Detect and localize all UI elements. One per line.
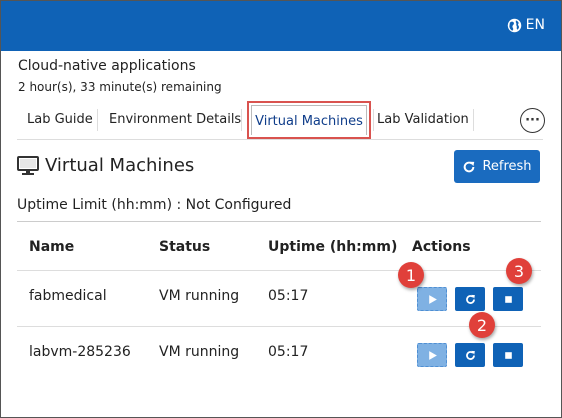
stop-vm-button[interactable] <box>493 343 523 367</box>
tab-environment-details[interactable]: Environment Details <box>109 107 241 133</box>
tab-divider <box>97 109 98 131</box>
top-bar: EN <box>1 1 561 51</box>
uptime-limit: Uptime Limit (hh:mm) : Not Configured <box>17 197 292 213</box>
restart-icon <box>465 350 475 360</box>
tab-divider <box>473 109 474 131</box>
more-options-button[interactable]: ··· <box>520 108 545 133</box>
refresh-label: Refresh <box>482 159 532 174</box>
section-title: Virtual Machines <box>45 155 195 176</box>
column-header-name: Name <box>29 239 75 255</box>
tab-divider <box>241 109 242 131</box>
language-label: EN <box>525 17 545 33</box>
table-row-divider <box>17 326 541 327</box>
app-frame: EN Cloud-native applications 2 hour(s), … <box>0 0 562 418</box>
stop-icon <box>504 351 512 359</box>
vm-uptime: 05:17 <box>268 288 309 304</box>
callout-badge: 3 <box>506 258 532 284</box>
tabs-divider <box>17 139 543 140</box>
tab-virtual-machines-label: Virtual Machines <box>255 114 363 129</box>
callout-badge: 2 <box>469 312 495 338</box>
tab-bar: Lab Guide Environment Details Virtual Ma… <box>17 101 545 139</box>
monitor-icon <box>17 155 39 175</box>
column-header-status: Status <box>159 239 211 255</box>
tab-virtual-machines[interactable]: Virtual Machines <box>247 101 371 139</box>
start-vm-button[interactable] <box>417 287 447 311</box>
ellipsis-icon: ··· <box>525 112 540 128</box>
globe-icon <box>507 18 521 32</box>
column-header-uptime: Uptime (hh:mm) <box>268 239 398 255</box>
restart-vm-button[interactable] <box>455 287 485 311</box>
restart-icon <box>465 294 475 304</box>
stop-icon <box>504 295 512 303</box>
divider <box>17 221 541 222</box>
vm-uptime: 05:17 <box>268 344 309 360</box>
column-header-actions: Actions <box>412 239 471 255</box>
lab-title: Cloud-native applications <box>18 58 196 74</box>
tab-lab-validation[interactable]: Lab Validation <box>377 107 469 133</box>
stop-vm-button[interactable] <box>493 287 523 311</box>
tab-divider <box>373 109 374 131</box>
refresh-icon <box>464 161 475 172</box>
vm-name: labvm-285236 <box>29 344 131 360</box>
restart-vm-button[interactable] <box>455 343 485 367</box>
tab-active-panel: Virtual Machines <box>251 105 367 135</box>
vm-name: fabmedical <box>29 288 107 304</box>
play-icon <box>428 350 437 360</box>
time-remaining: 2 hour(s), 33 minute(s) remaining <box>18 80 222 94</box>
table-row-divider <box>17 270 541 271</box>
callout-badge: 1 <box>398 262 424 288</box>
language-selector[interactable]: EN <box>507 17 545 33</box>
play-icon <box>428 294 437 304</box>
vm-status: VM running <box>159 344 240 360</box>
start-vm-button[interactable] <box>417 343 447 367</box>
tab-lab-guide[interactable]: Lab Guide <box>27 107 93 133</box>
vm-status: VM running <box>159 288 240 304</box>
refresh-button[interactable]: Refresh <box>454 150 540 183</box>
section-header: Virtual Machines <box>17 155 194 176</box>
